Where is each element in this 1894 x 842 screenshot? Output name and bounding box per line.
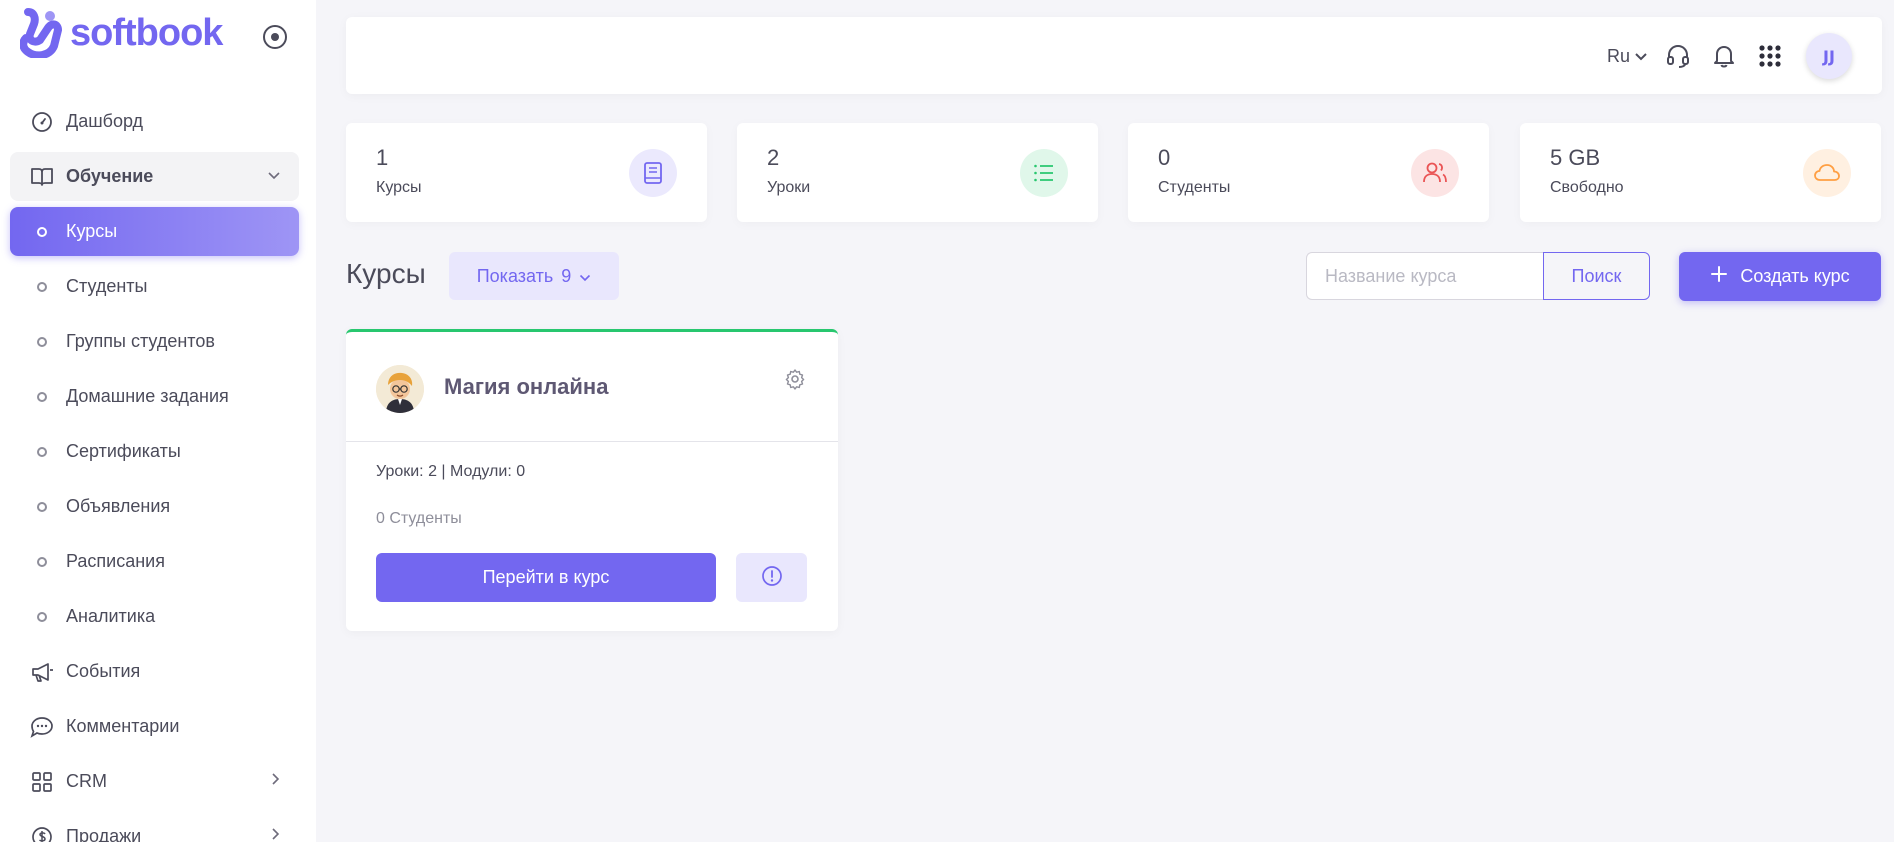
sidebar-item-label: События bbox=[66, 661, 141, 681]
info-button[interactable] bbox=[736, 553, 807, 602]
page-title: Курсы bbox=[346, 258, 426, 289]
list-icon bbox=[1020, 149, 1068, 197]
stat-card-lessons: 2 Уроки bbox=[737, 123, 1098, 222]
grid-icon bbox=[30, 770, 54, 794]
sidebar-item-certificates[interactable]: Сертификаты bbox=[10, 427, 299, 476]
sidebar-item-label: Продажи bbox=[66, 826, 142, 842]
sidebar-item-comments[interactable]: Комментарии bbox=[10, 702, 299, 751]
stat-card-storage: 5 GB Свободно bbox=[1520, 123, 1881, 222]
sidebar-item-sales[interactable]: Продажи bbox=[10, 812, 299, 842]
sidebar-item-crm[interactable]: CRM bbox=[10, 757, 299, 806]
stat-value: 5 GB bbox=[1550, 145, 1601, 170]
chevron-right-icon bbox=[271, 827, 281, 842]
cloud-icon bbox=[1803, 149, 1851, 197]
sidebar-item-students[interactable]: Студенты bbox=[10, 262, 299, 311]
sidebar-item-label: Группы студентов bbox=[66, 331, 215, 351]
chevron-down-icon bbox=[1634, 46, 1648, 67]
logo-text: softbook bbox=[70, 11, 223, 54]
sidebar-item-student-groups[interactable]: Группы студентов bbox=[10, 317, 299, 366]
bell-icon[interactable] bbox=[1708, 40, 1740, 72]
circle-bullet-icon bbox=[30, 440, 54, 464]
course-avatar[interactable] bbox=[376, 365, 424, 413]
show-count-dropdown[interactable]: Показать 9 bbox=[449, 252, 619, 300]
show-label: Показать bbox=[476, 265, 554, 286]
circle-bullet-icon bbox=[30, 220, 54, 244]
stat-value: 2 bbox=[767, 145, 780, 170]
stat-value: 1 bbox=[376, 145, 389, 170]
stat-label: Уроки bbox=[767, 179, 811, 196]
stat-label: Курсы bbox=[376, 179, 422, 196]
sidebar-item-dashboard[interactable]: Дашборд bbox=[10, 97, 299, 146]
language-selector[interactable]: Ru bbox=[1607, 46, 1648, 67]
sidebar-item-label: Объявления bbox=[66, 496, 171, 516]
sidebar-item-analytics[interactable]: Аналитика bbox=[10, 592, 299, 641]
top-actions: Ru JJ bbox=[1607, 29, 1852, 83]
book-icon bbox=[629, 149, 677, 197]
circle-bullet-icon bbox=[30, 495, 54, 519]
logo-mark-icon bbox=[19, 8, 64, 60]
stat-label: Студенты bbox=[1158, 179, 1231, 196]
sidebar-item-announcements[interactable]: Объявления bbox=[10, 482, 299, 531]
circle-bullet-icon bbox=[30, 275, 54, 299]
sidebar-item-label: Комментарии bbox=[66, 716, 180, 736]
users-icon bbox=[1411, 149, 1459, 197]
sidebar-item-learning[interactable]: Обучение bbox=[10, 152, 299, 201]
circle-bullet-icon bbox=[30, 605, 54, 629]
go-to-course-button[interactable]: Перейти в курс bbox=[376, 553, 716, 602]
sidebar-item-label: Аналитика bbox=[66, 606, 156, 626]
circle-bullet-icon bbox=[30, 330, 54, 354]
sidebar-item-label: CRM bbox=[66, 771, 107, 791]
sidebar-item-label: Студенты bbox=[66, 276, 148, 296]
megaphone-icon bbox=[30, 660, 54, 684]
sidebar-toggle-icon[interactable] bbox=[263, 25, 287, 49]
plus-icon bbox=[1710, 265, 1728, 288]
sidebar-nav: Дашборд Обучение Курсы Студенты Группы с… bbox=[10, 97, 299, 842]
language-label: Ru bbox=[1606, 45, 1630, 66]
apps-grid-icon[interactable] bbox=[1754, 40, 1786, 72]
sidebar-item-label: Обучение bbox=[66, 166, 154, 186]
sidebar-item-events[interactable]: События bbox=[10, 647, 299, 696]
headset-icon[interactable] bbox=[1662, 40, 1694, 72]
chevron-right-icon bbox=[271, 772, 281, 791]
top-navbar: Ru JJ bbox=[346, 17, 1882, 94]
stat-value: 0 bbox=[1158, 145, 1171, 170]
show-value: 9 bbox=[561, 265, 572, 286]
sidebar-item-courses[interactable]: Курсы bbox=[10, 207, 299, 256]
gauge-icon bbox=[30, 110, 54, 134]
sidebar: softbook Дашборд Обучение Курсы Студенты bbox=[0, 0, 316, 842]
sidebar-item-label: Домашние задания bbox=[66, 386, 229, 406]
sidebar-item-homework[interactable]: Домашние задания bbox=[10, 372, 299, 421]
course-card-header: Магия онлайна bbox=[346, 332, 838, 442]
dollar-icon bbox=[30, 825, 54, 842]
create-course-label: Создать курс bbox=[1740, 266, 1850, 286]
chat-icon bbox=[30, 715, 54, 739]
create-course-button[interactable]: Создать курс bbox=[1679, 252, 1881, 301]
sidebar-item-label: Курсы bbox=[66, 221, 118, 241]
course-title[interactable]: Магия онлайна bbox=[444, 374, 608, 400]
sidebar-item-label: Сертификаты bbox=[66, 441, 181, 461]
search-button[interactable]: Поиск bbox=[1543, 252, 1650, 300]
stat-card-students: 0 Студенты bbox=[1128, 123, 1489, 222]
sidebar-item-label: Дашборд bbox=[66, 111, 144, 131]
book-open-icon bbox=[30, 165, 54, 189]
circle-bullet-icon bbox=[30, 385, 54, 409]
course-card: Магия онлайна Уроки: 2 | Модули: 0 0 Сту… bbox=[346, 329, 838, 631]
course-search-input[interactable] bbox=[1306, 252, 1544, 300]
course-meta: Уроки: 2 | Модули: 0 bbox=[376, 463, 526, 480]
chevron-down-icon bbox=[579, 266, 591, 287]
circle-bullet-icon bbox=[30, 550, 54, 574]
sidebar-item-schedules[interactable]: Расписания bbox=[10, 537, 299, 586]
info-icon bbox=[761, 565, 783, 591]
user-avatar[interactable]: JJ bbox=[1806, 33, 1852, 79]
gear-icon[interactable] bbox=[784, 368, 806, 390]
sidebar-item-label: Расписания bbox=[66, 551, 165, 571]
course-students: 0 Студенты bbox=[376, 510, 462, 527]
chevron-down-icon bbox=[267, 168, 281, 186]
stat-label: Свободно bbox=[1550, 179, 1624, 196]
stat-card-courses: 1 Курсы bbox=[346, 123, 707, 222]
